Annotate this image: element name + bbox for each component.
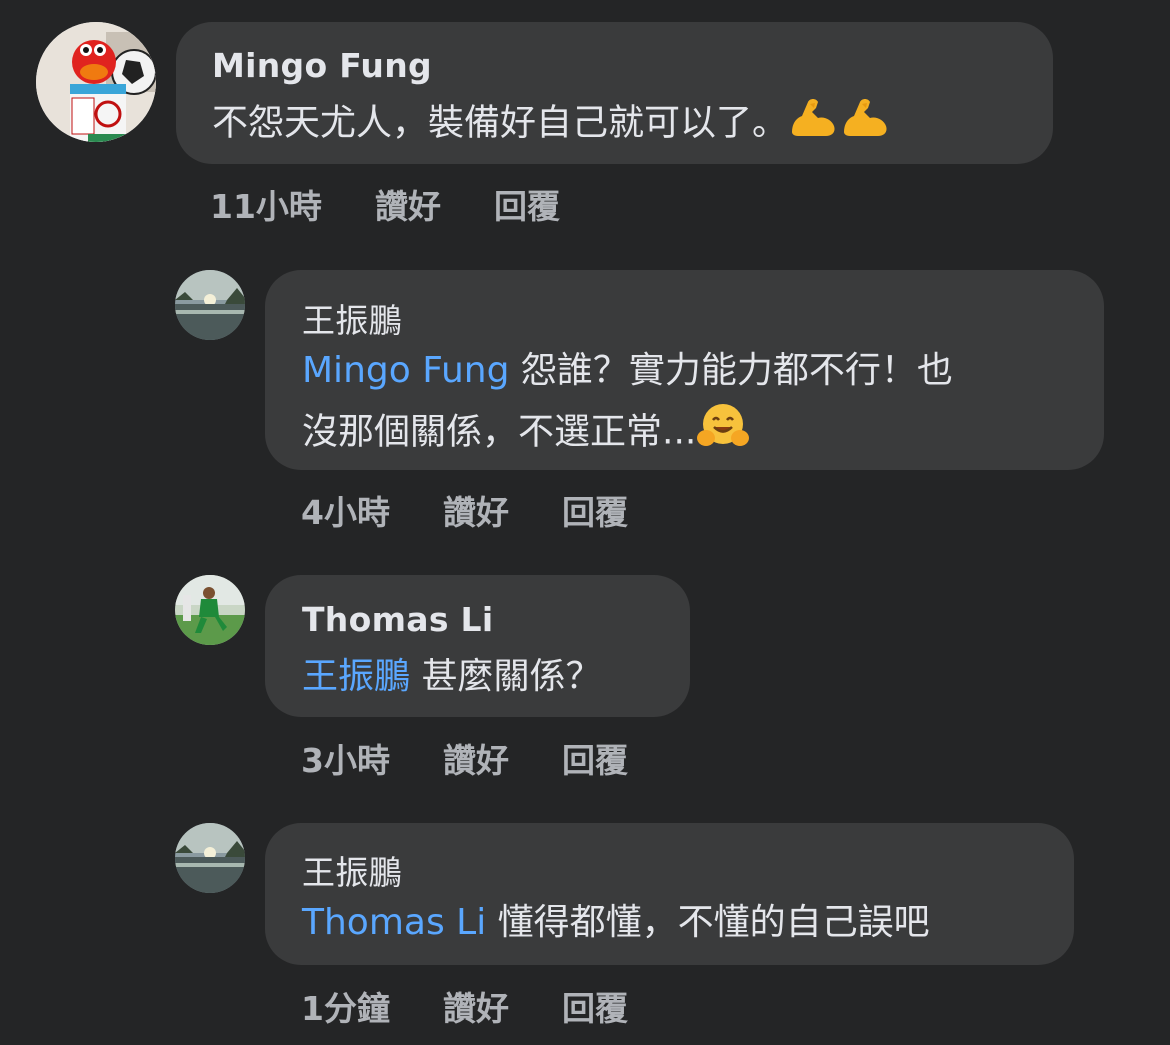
sunset-landscape-icon bbox=[175, 823, 245, 893]
like-button[interactable]: 讚好 bbox=[443, 982, 509, 1030]
comment-time[interactable]: 1分鐘 bbox=[301, 982, 390, 1030]
reply-wang-zhenpeng-2: 王振鵬 Thomas Li 懂得都懂，不懂的自己誤吧 1分鐘 讚好 回覆 bbox=[0, 0, 1170, 1045]
comment-author[interactable]: 王振鵬 bbox=[302, 846, 402, 894]
comment-meta: 1分鐘 讚好 回覆 bbox=[301, 982, 628, 1030]
comment-text: Thomas Li 懂得都懂，不懂的自己誤吧 bbox=[302, 894, 930, 951]
comment-body: 懂得都懂，不懂的自己誤吧 bbox=[486, 902, 930, 943]
avatar-wang-zhenpeng[interactable] bbox=[175, 823, 245, 893]
reply-button[interactable]: 回覆 bbox=[562, 982, 628, 1030]
mention-link[interactable]: Thomas Li bbox=[302, 902, 486, 943]
